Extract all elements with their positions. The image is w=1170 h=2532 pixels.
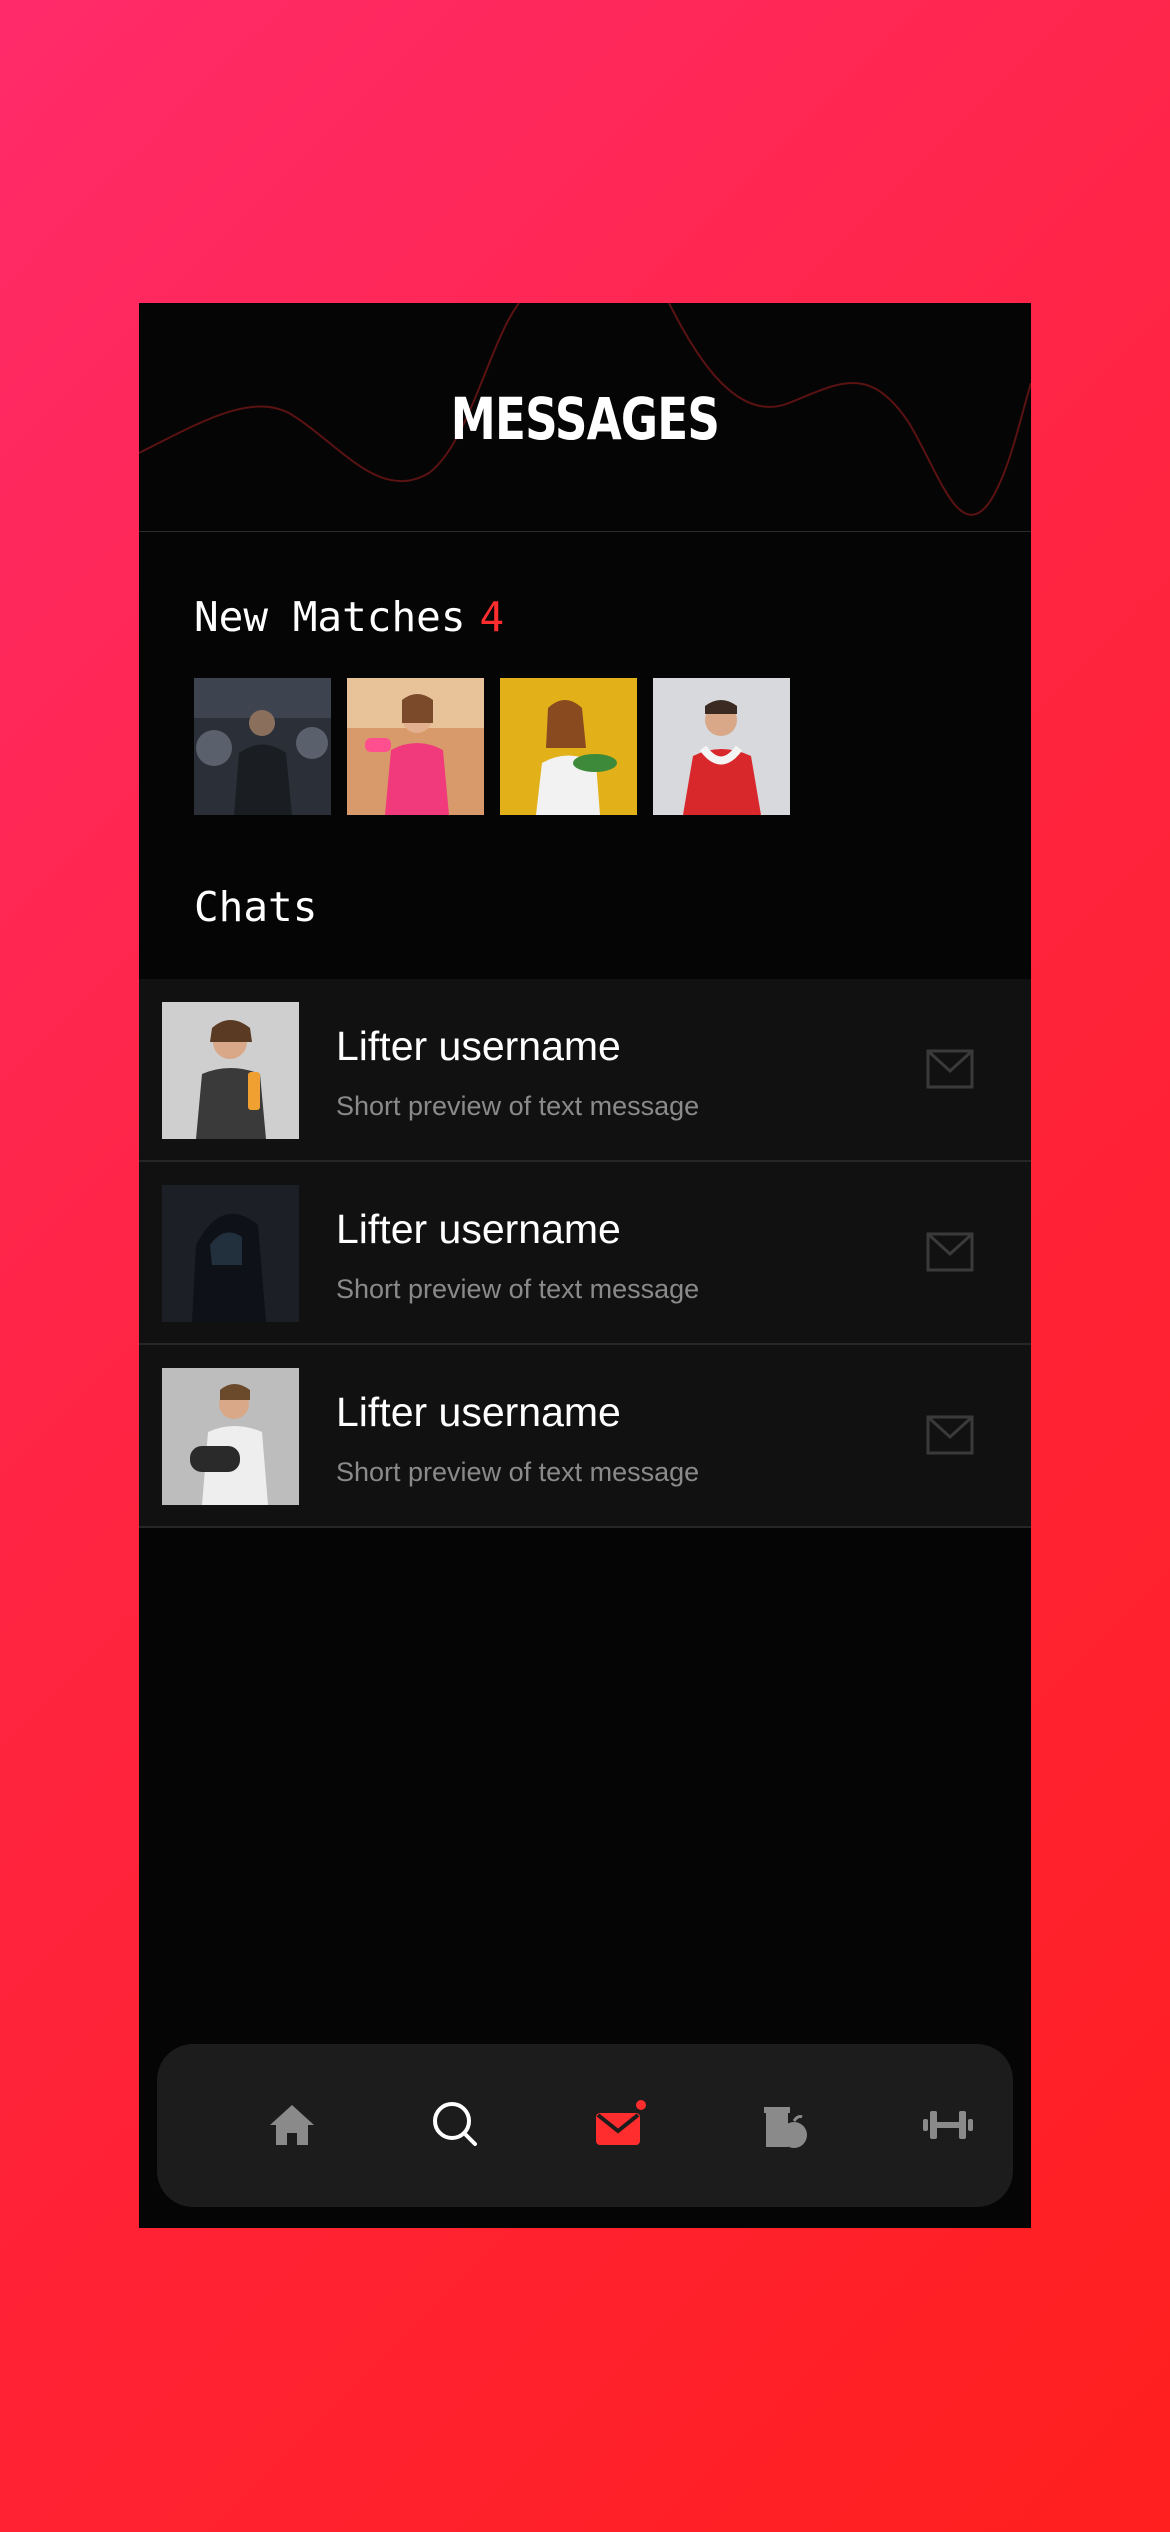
workout-icon (923, 2111, 973, 2139)
mail-icon[interactable] (926, 1415, 974, 1455)
nav-messages[interactable] (585, 2090, 655, 2160)
nav-nutrition[interactable] (749, 2090, 819, 2160)
chat-username: Lifter username (336, 1389, 621, 1435)
nav-workout[interactable] (913, 2090, 983, 2160)
new-matches-heading: New Matches 4 (194, 593, 504, 641)
match-avatar-1[interactable] (194, 678, 331, 815)
chat-avatar (162, 1368, 299, 1505)
match-avatar-4[interactable] (653, 678, 790, 815)
chat-row[interactable]: Lifter username Short preview of text me… (139, 1162, 1031, 1345)
new-matches-count: 4 (479, 593, 505, 641)
messages-screen: MESSAGES New Matches 4 Chats Lifter user… (139, 303, 1031, 2228)
mail-icon[interactable] (926, 1232, 974, 1272)
chat-preview: Short preview of text message (336, 1274, 700, 1304)
new-matches-list (194, 678, 790, 815)
chat-username: Lifter username (336, 1206, 621, 1252)
chat-list: Lifter username Short preview of text me… (139, 979, 1031, 1528)
chats-heading: Chats (194, 883, 318, 931)
chat-preview: Short preview of text message (336, 1091, 700, 1121)
chat-username: Lifter username (336, 1023, 621, 1069)
header: MESSAGES (139, 303, 1031, 532)
messages-icon (596, 2100, 646, 2145)
chat-row[interactable]: Lifter username Short preview of text me… (139, 979, 1031, 1162)
match-avatar-2[interactable] (347, 678, 484, 815)
nav-search[interactable] (421, 2090, 491, 2160)
nutrition-icon (764, 2107, 807, 2148)
chat-row[interactable]: Lifter username Short preview of text me… (139, 1345, 1031, 1528)
nav-home[interactable] (257, 2090, 327, 2160)
chat-avatar (162, 1185, 299, 1322)
home-icon (270, 2105, 314, 2145)
chat-avatar (162, 1002, 299, 1139)
mail-icon[interactable] (926, 1049, 974, 1089)
match-avatar-3[interactable] (500, 678, 637, 815)
bottom-nav (157, 2044, 1013, 2207)
page-title: MESSAGES (450, 385, 720, 453)
search-icon (433, 2102, 477, 2146)
chat-preview: Short preview of text message (336, 1457, 700, 1487)
new-matches-label: New Matches (194, 593, 466, 641)
